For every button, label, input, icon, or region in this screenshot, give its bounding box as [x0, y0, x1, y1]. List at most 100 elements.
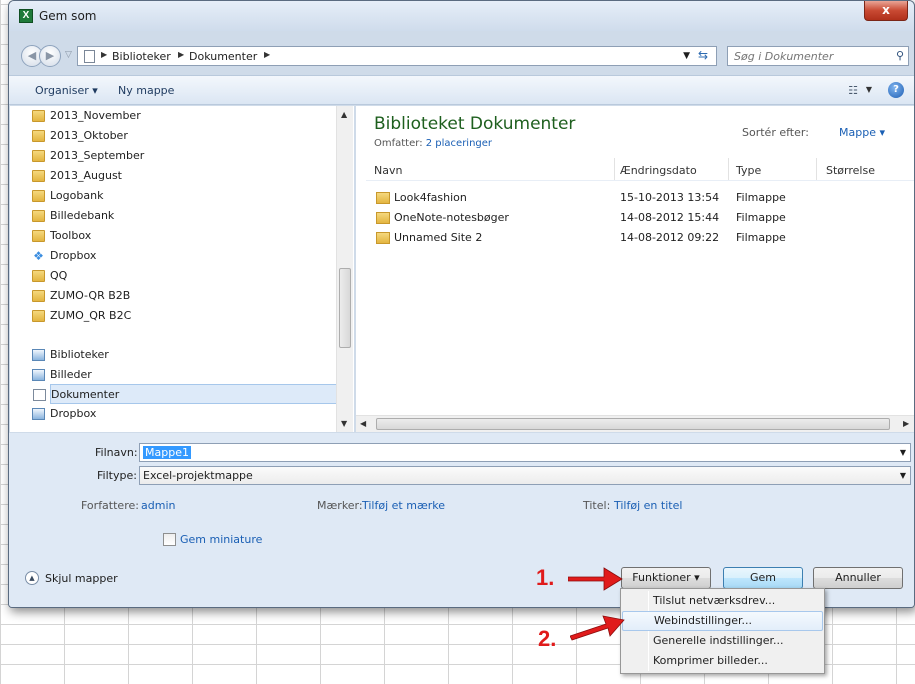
folder-icon [376, 192, 390, 204]
scroll-thumb[interactable] [339, 268, 351, 348]
title-bar: X Gem som x [9, 1, 914, 31]
table-row[interactable]: Unnamed Site 2 14-08-2012 09:22 Filmappe [374, 228, 894, 248]
thumbnail-label[interactable]: Gem miniature [180, 533, 262, 546]
column-header-name[interactable]: Navn [374, 164, 402, 177]
scroll-right-icon[interactable]: ▶ [903, 419, 909, 428]
organize-button[interactable]: Organiser ▾ [35, 84, 98, 97]
library-icon [32, 408, 45, 420]
help-icon[interactable]: ? [888, 82, 904, 98]
nav-item[interactable]: 2013_September [32, 146, 330, 166]
folder-icon [32, 110, 45, 122]
horizontal-scrollbar[interactable]: ◀ ▶ [356, 415, 914, 432]
scroll-down-icon[interactable]: ▼ [341, 419, 347, 428]
toolbar: Organiser ▾ Ny mappe ☷ ▼ ? [9, 75, 914, 105]
filename-dropdown-icon[interactable]: ▼ [900, 448, 906, 457]
menu-item-compress-pictures[interactable]: Komprimer billeder... [622, 651, 823, 671]
nav-scrollbar[interactable]: ▲ ▼ [336, 106, 353, 432]
row-date: 14-08-2012 15:44 [620, 211, 720, 224]
file-list-pane[interactable]: Biblioteket Dokumenter Omfatter: 2 place… [356, 106, 914, 432]
view-options-icon[interactable]: ☷ [848, 84, 858, 97]
address-dropdown-icon[interactable]: ▼ [683, 51, 690, 61]
column-header-type[interactable]: Type [736, 164, 761, 177]
folder-icon [32, 270, 45, 282]
sort-label: Sortér efter: [742, 126, 809, 139]
folder-icon [32, 190, 45, 202]
forward-button[interactable]: ▶ [39, 45, 61, 67]
hide-folders-button[interactable]: Skjul mapper [45, 572, 118, 585]
tags-label: Mærker: [317, 499, 363, 512]
nav-item-label: 2013_Oktober [50, 129, 128, 142]
nav-item[interactable]: ZUMO_QR B2C [32, 306, 330, 326]
nav-item-label: 2013_November [50, 109, 141, 122]
cancel-button[interactable]: Annuller [813, 567, 903, 589]
nav-item[interactable]: 2013_Oktober [32, 126, 330, 146]
library-title: Biblioteket Dokumenter [374, 114, 576, 134]
menu-item-web-options[interactable]: Webindstillinger... [622, 611, 823, 631]
breadcrumb-dokumenter[interactable]: Dokumenter [189, 50, 257, 63]
search-box[interactable]: ⚲ [727, 46, 909, 66]
recent-pages-dropdown-icon[interactable]: ▽ [65, 50, 72, 60]
scroll-up-icon[interactable]: ▲ [341, 110, 347, 119]
breadcrumb-biblioteker[interactable]: Biblioteker [112, 50, 171, 63]
filetype-label: Filtype: [97, 469, 137, 482]
nav-item-label: Dokumenter [51, 388, 120, 401]
nav-item-label: ZUMO_QR B2C [50, 309, 132, 322]
nav-item-dokumenter[interactable]: Dokumenter [33, 384, 340, 404]
header-divider [366, 180, 914, 181]
menu-item-map-network-drive[interactable]: Tilslut netværksdrev... [622, 591, 823, 611]
nav-item-biblioteker[interactable]: Biblioteker [32, 345, 330, 365]
save-button[interactable]: Gem [723, 567, 803, 589]
nav-item[interactable]: Logobank [32, 186, 330, 206]
nav-item[interactable]: QQ [32, 266, 330, 286]
nav-item[interactable]: 2013_August [32, 166, 330, 186]
column-header-date[interactable]: Ændringsdato [620, 164, 697, 177]
refresh-icon[interactable]: ⇆ [694, 48, 712, 64]
documents-library-icon [33, 389, 46, 401]
filetype-select[interactable]: Excel-projektmappe ▼ [139, 466, 911, 485]
filetype-dropdown-icon[interactable]: ▼ [900, 471, 906, 480]
table-row[interactable]: OneNote-notesbøger 14-08-2012 15:44 Film… [374, 208, 894, 228]
title-value[interactable]: Tilføj en titel [614, 499, 682, 512]
close-button[interactable]: x [864, 1, 908, 21]
nav-item-dropbox-library[interactable]: Dropbox [32, 404, 330, 424]
scroll-thumb[interactable] [376, 418, 890, 430]
includes-link[interactable]: 2 placeringer [426, 138, 492, 149]
nav-item-billeder[interactable]: Billeder [32, 365, 330, 385]
tags-value[interactable]: Tilføj et mærke [362, 499, 445, 512]
annotation-step-2: 2. [538, 626, 557, 651]
breadcrumb-arrow-icon[interactable]: ▶ [101, 50, 107, 59]
chevron-up-icon[interactable]: ▲ [25, 571, 39, 585]
nav-item[interactable]: ❖ Dropbox [33, 246, 330, 266]
new-folder-button[interactable]: Ny mappe [118, 84, 174, 97]
row-name: Look4fashion [394, 191, 467, 204]
breadcrumb-arrow-icon[interactable]: ▶ [264, 50, 270, 59]
nav-item[interactable]: ZUMO-QR B2B [32, 286, 330, 306]
row-name: Unnamed Site 2 [394, 231, 483, 244]
page-icon [84, 50, 95, 63]
nav-item[interactable]: Toolbox [32, 226, 330, 246]
search-input[interactable] [734, 47, 884, 65]
nav-item[interactable]: Billedebank [32, 206, 330, 226]
navigation-pane[interactable]: 2013_November 2013_Oktober 2013_Septembe… [10, 106, 354, 432]
menu-item-general-options[interactable]: Generelle indstillinger... [622, 631, 823, 651]
nav-item[interactable]: 2013_November [32, 106, 330, 126]
view-dropdown-icon[interactable]: ▼ [866, 85, 872, 94]
search-icon[interactable]: ⚲ [896, 49, 904, 62]
folder-icon [376, 212, 390, 224]
sort-dropdown[interactable]: Mappe ▾ [839, 126, 885, 139]
folder-icon [376, 232, 390, 244]
tools-button[interactable]: Funktioner ▾ [621, 567, 711, 589]
column-header-size[interactable]: Størrelse [826, 164, 875, 177]
authors-value[interactable]: admin [141, 499, 175, 512]
scroll-left-icon[interactable]: ◀ [360, 419, 366, 428]
filename-value[interactable]: Mappe1 [143, 446, 191, 459]
column-divider [728, 158, 729, 180]
table-row[interactable]: Look4fashion 15-10-2013 13:54 Filmappe [374, 188, 894, 208]
window-title: Gem som [39, 9, 97, 23]
address-bar[interactable]: ▶ Biblioteker ▶ Dokumenter ▶ ▼ ⇆ [77, 46, 717, 66]
annotation-step-1: 1. [536, 565, 555, 590]
thumbnail-checkbox[interactable] [163, 533, 176, 546]
filename-field[interactable]: Mappe1 ▼ [139, 443, 911, 462]
breadcrumb-arrow-icon[interactable]: ▶ [178, 50, 184, 59]
folder-icon [32, 210, 45, 222]
